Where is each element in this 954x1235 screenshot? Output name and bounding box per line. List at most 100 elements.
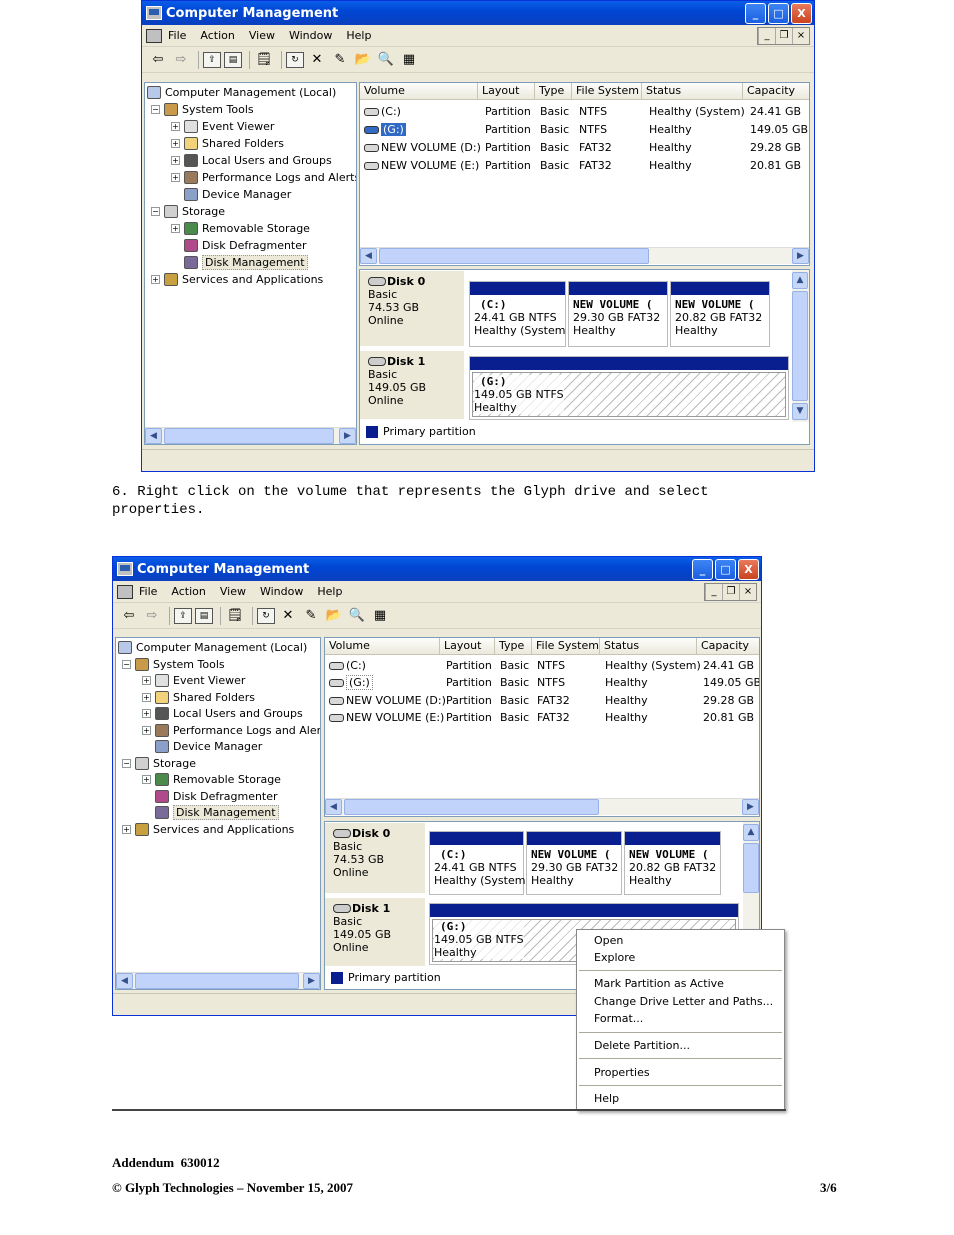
open-folder-icon[interactable]: 📂 (353, 51, 373, 69)
expand-icon[interactable]: + (142, 692, 151, 702)
menu-window[interactable]: Window (260, 585, 303, 598)
scroll-thumb[interactable] (743, 843, 759, 893)
tree-item-disk-defragmenter[interactable]: Disk Defragmenter (155, 788, 278, 804)
close-button[interactable]: X (738, 558, 759, 580)
tree-item-system-tools[interactable]: − System Tools (122, 656, 225, 672)
scroll-right-arrow-icon[interactable]: ▶ (339, 428, 356, 444)
mdi-close-button[interactable]: × (739, 584, 756, 600)
menu-item-explore[interactable]: Explore (594, 951, 635, 964)
expand-icon[interactable]: + (142, 708, 151, 718)
expand-icon[interactable]: + (171, 121, 180, 131)
scroll-down-arrow-icon[interactable]: ▼ (792, 403, 808, 420)
menu-item-delete-partition[interactable]: Delete Partition... (594, 1039, 690, 1052)
expand-icon[interactable]: + (122, 824, 131, 834)
scroll-right-arrow-icon[interactable]: ▶ (303, 973, 320, 989)
menu-action[interactable]: Action (171, 585, 205, 598)
forward-arrow-icon[interactable]: ⇨ (142, 607, 162, 625)
close-button[interactable]: X (791, 2, 812, 24)
tree-item-disk-management[interactable]: Disk Management (155, 804, 279, 820)
menu-item-format[interactable]: Format... (594, 1012, 643, 1025)
menu-item-help[interactable]: Help (594, 1092, 619, 1105)
tree-item-storage[interactable]: − Storage (151, 203, 225, 219)
tree-item-services[interactable]: + Services and Applications (151, 271, 323, 287)
disk-1-info[interactable]: Disk 1 Basic 149.05 GB Online (360, 351, 464, 419)
show-hide-tree-icon[interactable]: ▤ (195, 607, 213, 624)
expand-icon[interactable]: + (171, 223, 180, 233)
scroll-left-arrow-icon[interactable]: ◀ (116, 973, 133, 989)
scroll-thumb[interactable] (344, 799, 599, 815)
tree-item-disk-defragmenter[interactable]: Disk Defragmenter (184, 237, 307, 253)
tree-item-removable-storage[interactable]: + Removable Storage (171, 220, 310, 236)
expand-icon[interactable]: + (171, 172, 180, 182)
scroll-right-arrow-icon[interactable]: ▶ (792, 248, 809, 264)
check-disk-icon[interactable]: ✎ (330, 51, 350, 69)
title-bar[interactable]: Computer Management _ □ X (142, 1, 814, 25)
mdi-close-button[interactable]: × (792, 28, 809, 44)
column-header-capacity[interactable]: Capacity (743, 83, 809, 100)
refresh-icon[interactable]: ↻ (286, 51, 304, 68)
menu-file[interactable]: File (168, 29, 186, 42)
column-header-status[interactable]: Status (642, 83, 743, 100)
tree-item-local-users[interactable]: + Local Users and Groups (171, 152, 332, 168)
menu-item-change-drive-letter[interactable]: Change Drive Letter and Paths... (594, 995, 773, 1008)
partition-d[interactable]: NEW VOLUME (29.30 GB FAT32 Healthy (526, 831, 622, 895)
scroll-left-arrow-icon[interactable]: ◀ (145, 428, 162, 444)
tree-item-storage[interactable]: − Storage (122, 755, 196, 771)
tree-horizontal-scrollbar[interactable]: ◀ ▶ (116, 972, 320, 989)
column-header-volume[interactable]: Volume (325, 638, 440, 655)
partition-e[interactable]: NEW VOLUME (20.82 GB FAT32 Healthy (670, 281, 770, 347)
expand-icon[interactable]: + (142, 774, 151, 784)
collapse-icon[interactable]: − (151, 104, 160, 114)
column-header-layout[interactable]: Layout (478, 83, 535, 100)
tree-item-perf-logs[interactable]: + Performance Logs and Alerts (171, 169, 356, 185)
properties-icon[interactable]: 🗒 (225, 607, 245, 625)
expand-icon[interactable]: + (142, 675, 151, 685)
menu-view[interactable]: View (220, 585, 246, 598)
menu-help[interactable]: Help (346, 29, 371, 42)
partition-d[interactable]: NEW VOLUME (29.30 GB FAT32 Healthy (568, 281, 668, 347)
expand-icon[interactable]: + (171, 138, 180, 148)
tree-item-root[interactable]: Computer Management (Local) (118, 639, 307, 655)
disk-1-info[interactable]: Disk 1 Basic 149.05 GB Online (325, 898, 425, 966)
back-arrow-icon[interactable]: ⇦ (148, 51, 168, 69)
scroll-left-arrow-icon[interactable]: ◀ (360, 248, 377, 264)
collapse-icon[interactable]: − (151, 206, 160, 216)
mdi-restore-button[interactable]: ❐ (775, 28, 792, 44)
disk-view-vertical-scrollbar[interactable]: ▲ ▼ (792, 270, 809, 422)
tree-item-system-tools[interactable]: − System Tools (151, 101, 254, 117)
menu-action[interactable]: Action (200, 29, 234, 42)
tree-item-local-users[interactable]: + Local Users and Groups (142, 705, 303, 721)
maximize-button[interactable]: □ (715, 558, 736, 580)
delete-icon[interactable]: ✕ (307, 51, 327, 69)
scroll-right-arrow-icon[interactable]: ▶ (742, 799, 759, 815)
search-icon[interactable]: 🔍 (376, 51, 396, 69)
disk-icon[interactable]: ▦ (370, 607, 390, 625)
scroll-thumb[interactable] (379, 248, 649, 264)
menu-view[interactable]: View (249, 29, 275, 42)
tree-item-shared-folders[interactable]: + Shared Folders (142, 689, 255, 705)
properties-icon[interactable]: 🗒 (254, 51, 274, 69)
scroll-up-arrow-icon[interactable]: ▲ (792, 272, 808, 289)
forward-arrow-icon[interactable]: ⇨ (171, 51, 191, 69)
tree-item-disk-management[interactable]: Disk Management (184, 254, 308, 270)
volume-list-horizontal-scrollbar[interactable]: ◀ ▶ (325, 798, 759, 815)
disk-0-info[interactable]: Disk 0 Basic 74.53 GB Online (325, 823, 425, 893)
column-header-volume[interactable]: Volume (360, 83, 478, 100)
maximize-button[interactable]: □ (768, 2, 789, 24)
mdi-restore-button[interactable]: ❐ (722, 584, 739, 600)
tree-item-perf-logs[interactable]: + Performance Logs and Alerts (142, 722, 320, 738)
disk-0-info[interactable]: Disk 0 Basic 74.53 GB Online (360, 271, 464, 346)
show-hide-tree-icon[interactable]: ▤ (224, 51, 242, 68)
tree-horizontal-scrollbar[interactable]: ◀ ▶ (145, 427, 356, 444)
disk-icon[interactable]: ▦ (399, 51, 419, 69)
partition-e[interactable]: NEW VOLUME (20.82 GB FAT32 Healthy (624, 831, 721, 895)
tree-item-removable-storage[interactable]: + Removable Storage (142, 771, 281, 787)
refresh-icon[interactable]: ↻ (257, 607, 275, 624)
tree-item-event-viewer[interactable]: + Event Viewer (171, 118, 274, 134)
partition-c[interactable]: (C:) 24.41 GB NTFS Healthy (System (469, 281, 566, 347)
minimize-button[interactable]: _ (692, 558, 713, 580)
open-folder-icon[interactable]: 📂 (324, 607, 344, 625)
menu-item-mark-active[interactable]: Mark Partition as Active (594, 977, 724, 990)
column-header-file-system[interactable]: File System (572, 83, 642, 100)
column-header-status[interactable]: Status (600, 638, 697, 655)
